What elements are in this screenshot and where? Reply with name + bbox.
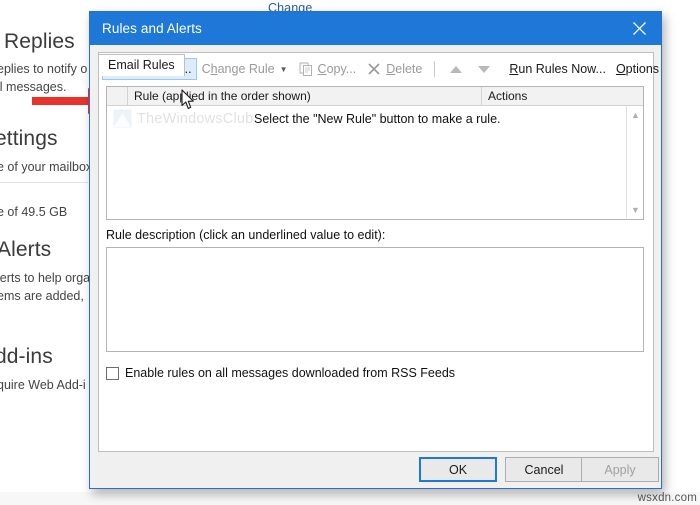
column-header-rule[interactable]: Rule (applied in the order shown) <box>128 87 482 105</box>
tab-email-rules[interactable]: Email Rules <box>98 54 185 76</box>
background-heading-addins: dd-ins <box>0 345 53 368</box>
cancel-button[interactable]: Cancel <box>505 457 583 482</box>
rss-option-row[interactable]: Enable rules on all messages downloaded … <box>106 366 455 380</box>
watermark-logo-icon <box>113 109 132 128</box>
background-heading-replies: Replies <box>4 30 75 53</box>
site-watermark: wsxdn.com <box>637 492 697 504</box>
dialog-titlebar: Rules and Alerts <box>90 12 661 45</box>
rss-option-label: Enable rules on all messages downloaded … <box>125 366 456 380</box>
background-heading-settings: ettings <box>0 127 58 150</box>
rules-list-header: Rule (applied in the order shown) Action… <box>107 87 643 106</box>
rules-list-empty-hint: Select the "New Rule" button to make a r… <box>254 112 501 126</box>
copy-icon <box>298 61 314 77</box>
run-rules-now-label: Run Rules Now... <box>509 62 606 76</box>
close-icon <box>632 22 646 35</box>
run-rules-now-button[interactable]: Run Rules Now... <box>504 58 611 80</box>
ok-button[interactable]: OK <box>419 457 497 482</box>
apply-button[interactable]: Apply <box>581 457 659 482</box>
change-rule-label: Change Rule <box>201 62 275 76</box>
rule-description-label: Rule description (click an underlined va… <box>106 228 386 242</box>
background-text-settings-2: e of 49.5 GB <box>0 205 68 219</box>
apply-button-label: Apply <box>604 462 636 477</box>
column-header-actions[interactable]: Actions <box>482 87 626 105</box>
delete-x-icon <box>366 61 382 77</box>
column-header-checkbox[interactable] <box>107 87 128 105</box>
scroll-down-icon[interactable]: ▼ <box>627 201 644 218</box>
delete-label: Delete <box>386 62 423 76</box>
background-text-replies-1: eplies to notify o <box>0 62 88 76</box>
toolbar-separator <box>434 61 436 77</box>
background-heading-alerts: Alerts <box>0 238 52 261</box>
rules-and-alerts-dialog: Rules and Alerts Email Rules Manage Aler… <box>89 11 662 489</box>
rule-description-box[interactable] <box>106 247 644 352</box>
tab-email-rules-label: Email Rules <box>108 58 175 72</box>
background-text-replies-2: il messages. <box>0 80 67 94</box>
chevron-down-icon: ▼ <box>279 64 288 74</box>
cancel-button-label: Cancel <box>524 462 564 477</box>
move-down-button[interactable] <box>478 65 491 73</box>
dialog-footer: OK Cancel Apply <box>90 451 661 488</box>
close-button[interactable] <box>617 12 661 45</box>
options-button[interactable]: Options <box>611 58 664 80</box>
thewindowsclub-watermark: TheWindowsClub <box>113 109 253 128</box>
rss-checkbox[interactable] <box>106 366 119 380</box>
background-text-alerts-2: ems are added, <box>0 289 84 303</box>
ok-button-label: OK <box>448 462 468 477</box>
copy-button[interactable]: Copy... <box>293 58 362 80</box>
background-text-settings-1: e of your mailbox <box>0 160 93 174</box>
background-text-addins-1: quire Web Add-i <box>0 378 86 392</box>
background-divider-1 <box>0 182 88 183</box>
rules-toolbar: New Rule... Change Rule ▼ Copy... <box>102 56 664 82</box>
rules-list-scrollbar[interactable]: ▲ ▼ <box>626 106 643 218</box>
background-bottom-strip <box>0 492 700 505</box>
rules-list-body[interactable]: TheWindowsClub Select the "New Rule" but… <box>107 106 643 218</box>
watermark-text: TheWindowsClub <box>137 110 254 127</box>
move-up-button[interactable] <box>450 65 463 73</box>
copy-label: Copy... <box>317 62 357 76</box>
background-text-alerts-1: lerts to help orga <box>0 271 91 285</box>
rules-list[interactable]: Rule (applied in the order shown) Action… <box>106 86 644 220</box>
scroll-up-icon[interactable]: ▲ <box>627 106 644 123</box>
dialog-title: Rules and Alerts <box>102 21 202 36</box>
options-label: Options <box>615 62 660 76</box>
delete-button[interactable]: Delete <box>361 58 427 80</box>
change-rule-button[interactable]: Change Rule ▼ <box>197 58 293 80</box>
dialog-body: New Rule... Change Rule ▼ Copy... <box>98 52 659 452</box>
